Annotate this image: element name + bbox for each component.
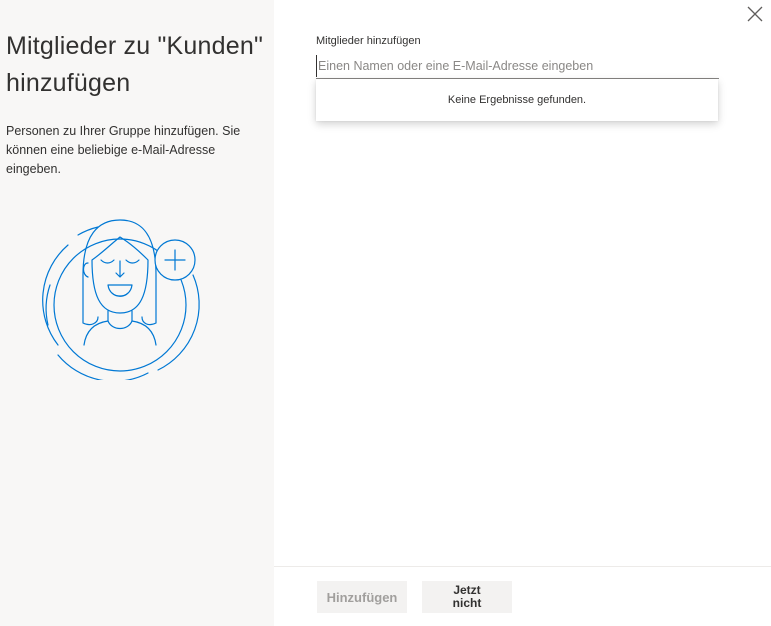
- no-results-message: Keine Ergebnisse gefunden.: [447, 94, 587, 106]
- search-results-dropdown: Keine Ergebnisse gefunden.: [316, 79, 718, 121]
- members-search-input[interactable]: [316, 55, 721, 77]
- left-panel: Mitglieder zu "Kunden" hinzufügen Person…: [0, 0, 274, 626]
- close-icon: [747, 6, 763, 22]
- not-now-button[interactable]: Jetzt nicht: [422, 581, 512, 613]
- search-field: [316, 55, 721, 79]
- members-field-label: Mitglieder hinzufügen: [316, 35, 421, 47]
- footer-divider: [274, 566, 771, 567]
- person-add-illustration-icon: [42, 219, 200, 380]
- add-members-dialog: Mitglieder zu "Kunden" hinzufügen Person…: [0, 0, 771, 626]
- page-description: Personen zu Ihrer Gruppe hinzufügen. Sie…: [6, 124, 241, 176]
- add-button[interactable]: Hinzufügen: [317, 581, 407, 613]
- close-button[interactable]: [743, 2, 767, 26]
- page-title: Mitglieder zu "Kunden" hinzufügen: [6, 32, 264, 97]
